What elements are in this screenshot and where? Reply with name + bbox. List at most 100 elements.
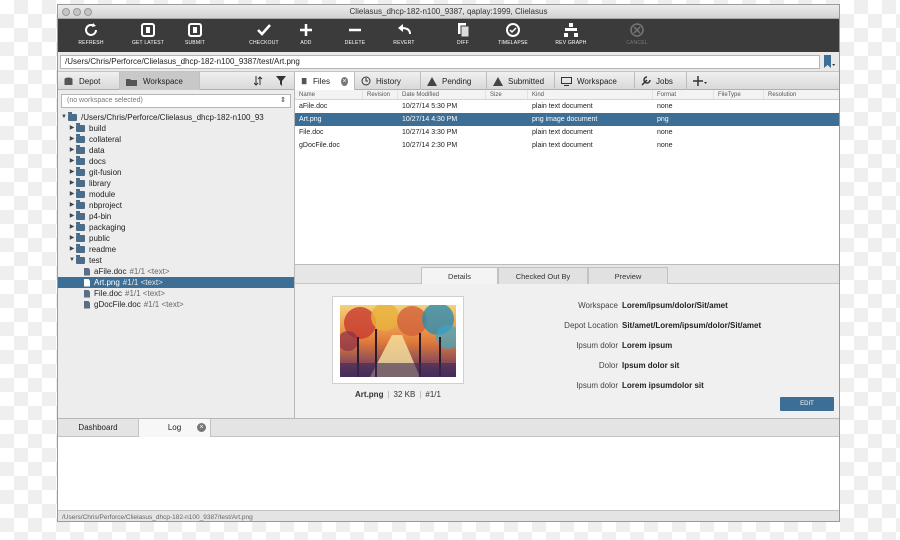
table-row[interactable]: Art.png 10/27/14 4:30 PM png image documen…	[295, 113, 839, 126]
details-panel: Art.png | 32 KB | #1/1 Workspace Lorem/ipsum/…	[295, 284, 839, 418]
revert-button[interactable]: REVERT	[390, 19, 418, 52]
cancel-label: CANCEL	[626, 40, 648, 46]
tree-file[interactable]: aFile.doc #1/1 <text>	[58, 266, 294, 277]
tab-history[interactable]: History	[355, 72, 421, 90]
tree-folder[interactable]: ▶ library	[58, 178, 294, 189]
checkout-icon	[257, 24, 271, 36]
tree-folder[interactable]: ▶ public	[58, 233, 294, 244]
collapse-triangle-icon[interactable]: ▶	[68, 222, 76, 233]
column-header[interactable]: Date Modified	[398, 90, 486, 99]
column-header[interactable]: FileType	[714, 90, 764, 99]
column-header[interactable]: Size	[486, 90, 528, 99]
tree-folder[interactable]: ▶ docs	[58, 156, 294, 167]
table-cell-revision	[363, 139, 398, 152]
tree-folder-label: module	[89, 190, 116, 199]
bookmark-icon[interactable]	[823, 55, 835, 69]
sort-button[interactable]	[250, 72, 272, 90]
folder-icon	[76, 145, 85, 154]
tab-submitted[interactable]: Submitted	[487, 72, 555, 90]
add-tab-button[interactable]	[687, 72, 717, 90]
column-header[interactable]: Revision	[363, 90, 398, 99]
column-header[interactable]: Resolution	[764, 90, 839, 99]
pending-icon	[427, 76, 437, 86]
column-header[interactable]: Kind	[528, 90, 653, 99]
collapse-triangle-icon[interactable]: ▶	[68, 244, 76, 255]
folder-icon	[76, 211, 85, 220]
tab-preview[interactable]: Preview	[588, 267, 668, 284]
detail-field: Ipsum dolor Lorem ipsum	[465, 341, 805, 350]
close-window-button[interactable]	[62, 8, 70, 16]
rev-graph-button[interactable]: REV GRAPH	[554, 19, 588, 52]
close-icon[interactable]: ×	[340, 76, 348, 86]
tree-file[interactable]: gDocFile.doc #1/1 <text>	[58, 299, 294, 310]
collapse-triangle-icon[interactable]: ▶	[68, 156, 76, 167]
collapse-triangle-icon[interactable]: ▶	[68, 123, 76, 134]
tree-root[interactable]: ▼ /Users/Chris/Perforce/Clielasus_dhcp-1…	[58, 112, 294, 123]
tree-folder[interactable]: ▶ build	[58, 123, 294, 134]
revert-icon	[398, 24, 411, 35]
tree-folder[interactable]: ▶ readme	[58, 244, 294, 255]
filter-button[interactable]	[272, 72, 294, 90]
tree-folder[interactable]: ▶ git-fusion	[58, 167, 294, 178]
collapse-triangle-icon[interactable]: ▶	[68, 200, 76, 211]
collapse-triangle-icon[interactable]: ▶	[68, 134, 76, 145]
expand-triangle-icon[interactable]: ▼	[68, 255, 76, 266]
get-latest-button[interactable]: GET LATEST	[130, 19, 166, 52]
tree-folder[interactable]: ▶ data	[58, 145, 294, 156]
tree-folder[interactable]: ▼ test	[58, 255, 294, 266]
folder-icon	[68, 112, 77, 121]
collapse-triangle-icon[interactable]: ▶	[68, 211, 76, 222]
file-grid-header: Name Revision Date Modified Size Kind Format F…	[295, 90, 839, 100]
submit-button[interactable]: SUBMIT	[180, 19, 210, 52]
table-row[interactable]: aFile.doc 10/27/14 5:30 PM plain text docu…	[295, 100, 839, 113]
tab-files-label: Files	[313, 76, 330, 86]
timelapse-button[interactable]: TIMELAPSE	[498, 19, 528, 52]
collapse-triangle-icon[interactable]: ▶	[68, 233, 76, 244]
table-row[interactable]: gDocFile.doc 10/27/14 2:30 PM plain text d…	[295, 139, 839, 152]
tab-workspace-right[interactable]: Workspace	[555, 72, 635, 90]
file-grid-body: aFile.doc 10/27/14 5:30 PM plain text docu…	[295, 100, 839, 152]
tree-folder[interactable]: ▶ collateral	[58, 134, 294, 145]
tree-file-label: Art.png	[94, 278, 120, 287]
add-button[interactable]: ADD	[294, 19, 318, 52]
tab-history-label: History	[376, 76, 401, 86]
submit-label: SUBMIT	[184, 40, 206, 46]
tab-log[interactable]: Log ×	[139, 419, 211, 437]
minimize-window-button[interactable]	[73, 8, 81, 16]
tree-folder[interactable]: ▶ p4-bin	[58, 211, 294, 222]
checkout-button[interactable]: CHECKOUT	[246, 19, 282, 52]
collapse-triangle-icon[interactable]: ▶	[68, 167, 76, 178]
edit-button[interactable]: EDIT	[780, 397, 834, 411]
diff-button[interactable]: DIFF	[452, 19, 474, 52]
delete-button[interactable]: DELETE	[342, 19, 368, 52]
tab-checked-out-by[interactable]: Checked Out By	[498, 267, 588, 284]
tab-jobs[interactable]: Jobs	[635, 72, 687, 90]
column-header[interactable]: Name	[295, 90, 363, 99]
tab-pending[interactable]: Pending	[421, 72, 487, 90]
tab-depot[interactable]: Depot	[58, 72, 120, 90]
zoom-window-button[interactable]	[84, 8, 92, 16]
tab-dashboard[interactable]: Dashboard	[58, 419, 139, 437]
collapse-triangle-icon[interactable]: ▶	[68, 178, 76, 189]
tree-folder[interactable]: ▶ nbproject	[58, 200, 294, 211]
image-thumbnail[interactable]	[340, 305, 456, 377]
cancel-button[interactable]: CANCEL	[622, 19, 652, 52]
path-input[interactable]: /Users/Chris/Perforce/Clielasus_dhcp-182…	[60, 55, 820, 69]
tab-files[interactable]: Files ×	[295, 72, 355, 90]
tree-file[interactable]: File.doc #1/1 <text>	[58, 288, 294, 299]
tree-folder[interactable]: ▶ packaging	[58, 222, 294, 233]
tree-folder[interactable]: ▶ module	[58, 189, 294, 200]
column-header[interactable]: Format	[653, 90, 714, 99]
table-row[interactable]: File.doc 10/27/14 3:30 PM plain text docum…	[295, 126, 839, 139]
depot-icon	[64, 77, 73, 85]
table-cell-date: 10/27/14 2:30 PM	[402, 142, 458, 149]
folder-icon	[76, 123, 85, 132]
close-icon[interactable]: ×	[197, 423, 206, 432]
tree-file[interactable]: Art.png #1/1 <text>	[58, 277, 294, 288]
tab-workspace[interactable]: Workspace	[120, 72, 200, 90]
collapse-triangle-icon[interactable]: ▶	[68, 189, 76, 200]
workspace-select[interactable]: (no workspace selected) ⇕	[61, 94, 291, 108]
refresh-button[interactable]: REFRESH	[72, 19, 110, 52]
collapse-triangle-icon[interactable]: ▶	[68, 145, 76, 156]
tab-details[interactable]: Details	[421, 267, 498, 284]
